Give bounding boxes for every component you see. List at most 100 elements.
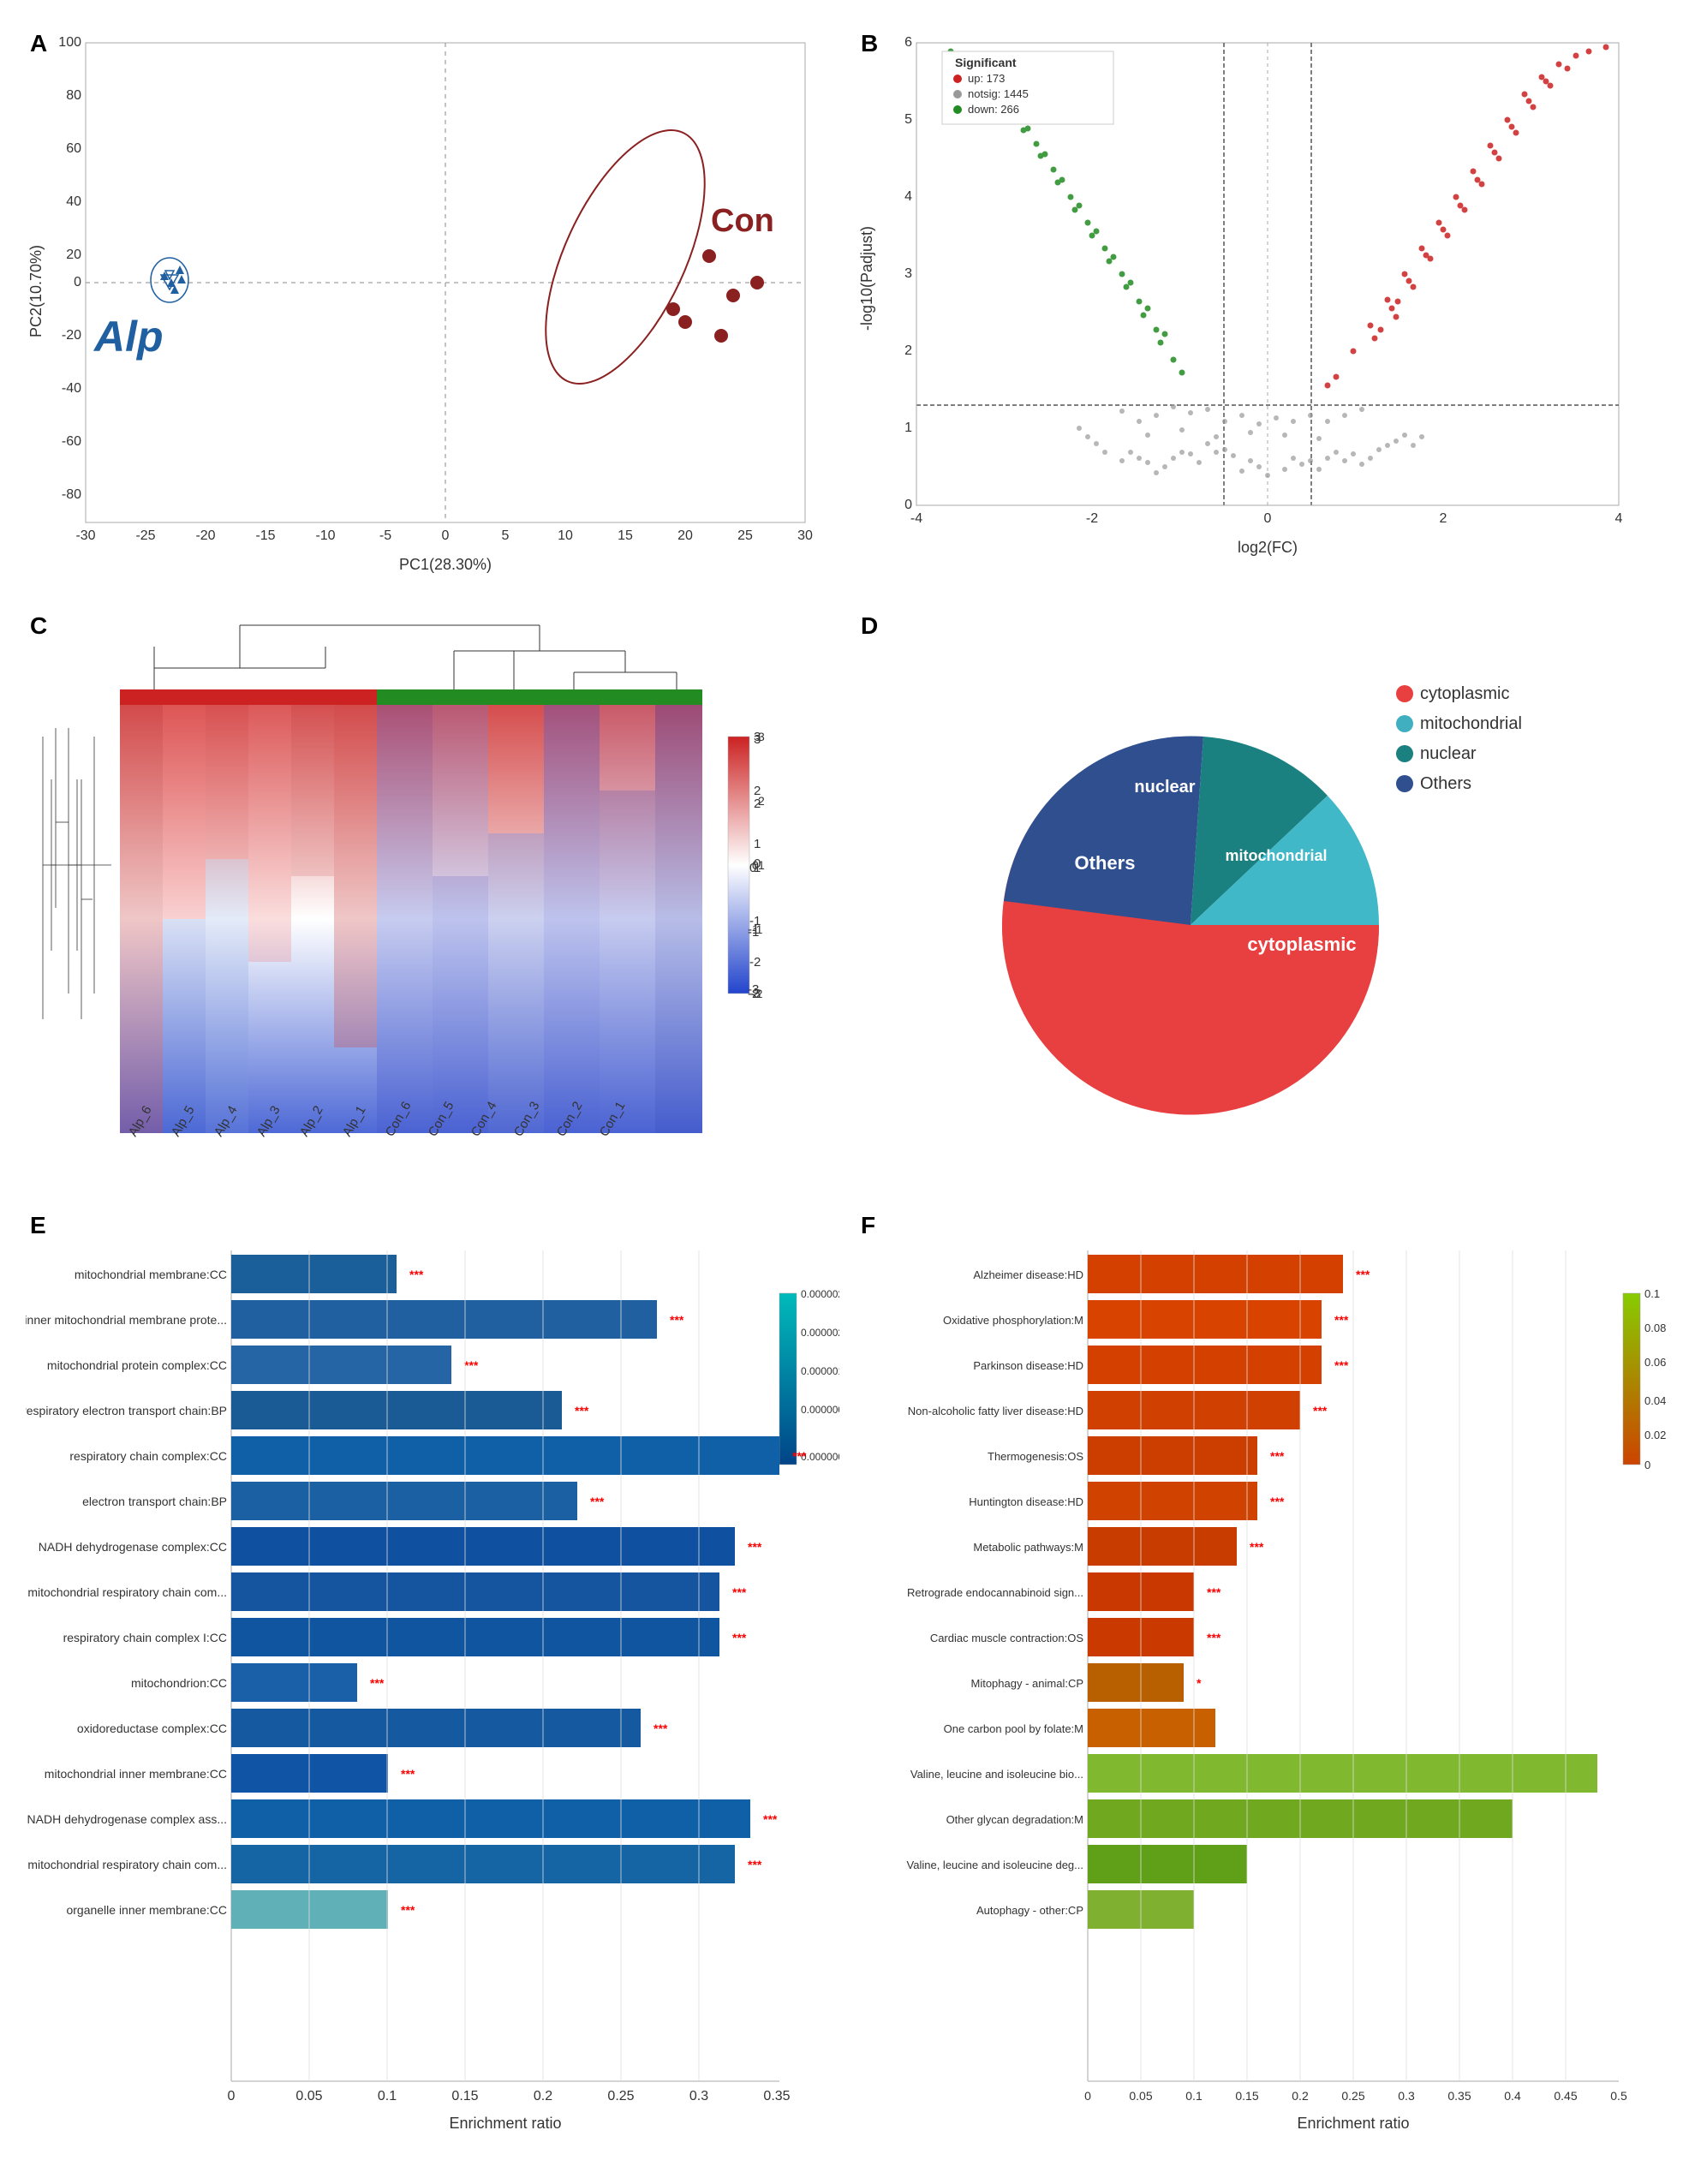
legend-down: down: 266: [968, 103, 1019, 116]
bar-e-11: [231, 1709, 641, 1747]
y-axis-B: 0 1 2 3 4 5 6: [904, 35, 916, 512]
sig-e-1: ***: [409, 1268, 424, 1281]
figure-container: A -30 -25 -20 -15 -10: [0, 0, 1683, 2158]
svg-text:0: 0: [74, 275, 81, 289]
con-point: [714, 329, 728, 343]
svg-text:mitochondrial: mitochondrial: [1420, 714, 1522, 733]
sig-e-12: ***: [401, 1767, 415, 1781]
con-label: Con: [711, 203, 774, 239]
sig-e-7: ***: [748, 1540, 762, 1554]
svg-text:1: 1: [904, 421, 912, 435]
pie-chart: cytoplasmic mitochondrial nuclear Others: [856, 608, 1670, 1190]
label-e-2: inner mitochondrial membrane prote...: [26, 1313, 227, 1327]
bar-e-7: [231, 1527, 735, 1566]
bar-e-3: [231, 1346, 451, 1384]
sig-f-8: ***: [1207, 1585, 1221, 1599]
label-cytoplasmic: cytoplasmic: [1247, 934, 1356, 955]
bar-e-12: [231, 1754, 388, 1793]
svg-text:0.2: 0.2: [1292, 2089, 1309, 2103]
label-others: Others: [1075, 852, 1136, 874]
bar-e-10: [231, 1663, 357, 1702]
con-point: [702, 249, 716, 263]
e-scale-4: 0.0000001: [801, 1404, 839, 1416]
sig-e-15: ***: [401, 1903, 415, 1917]
svg-text:25: 25: [737, 528, 753, 543]
svg-text:-5: -5: [379, 528, 391, 543]
svg-text:-40: -40: [62, 381, 81, 396]
bar-e-5: [231, 1436, 779, 1475]
label-f-5: Thermogenesis:OS: [988, 1450, 1083, 1463]
svg-text:2: 2: [904, 343, 912, 358]
svg-text:4: 4: [1615, 511, 1623, 526]
svg-text:-25: -25: [135, 528, 155, 543]
f-scale-4: 0.04: [1644, 1394, 1666, 1407]
go-chart: 0 0.05 0.1 0.15 0.2 0.25 0.3 0.35 Enrich…: [26, 1208, 839, 2150]
label-e-11: oxidoreductase complex:CC: [77, 1722, 227, 1735]
color-scale-bar: [728, 737, 749, 994]
svg-text:-4: -4: [910, 511, 922, 526]
alp-label: Alp: [93, 313, 164, 361]
panel-label-B: B: [861, 30, 878, 57]
sig-e-2: ***: [670, 1313, 684, 1327]
e-scale-2: 0.000002: [801, 1327, 839, 1339]
label-f-15: Autophagy - other:CP: [976, 1904, 1083, 1917]
svg-text:80: 80: [66, 88, 81, 103]
sig-e-9: ***: [732, 1631, 747, 1644]
label-f-10: Mitophagy - animal:CP: [971, 1677, 1084, 1690]
sig-e-5: ***: [792, 1449, 807, 1463]
bar-f-3: [1088, 1346, 1322, 1384]
e-x-label: Enrichment ratio: [449, 2115, 561, 2132]
svg-text:2: 2: [754, 797, 761, 811]
sig-f-2: ***: [1334, 1313, 1349, 1327]
svg-text:0.35: 0.35: [1447, 2089, 1471, 2103]
bar-f-12: [1088, 1754, 1597, 1793]
bar-e-15: [231, 1890, 388, 1929]
bar-f-14: [1088, 1845, 1247, 1883]
sig-f-1: ***: [1356, 1268, 1370, 1281]
label-e-10: mitochondrion:CC: [131, 1676, 227, 1690]
row1: A -30 -25 -20 -15 -10: [26, 26, 1670, 608]
e-scale-max: 0.0000025: [801, 1288, 839, 1300]
panel-label-D: D: [861, 612, 878, 640]
svg-text:0: 0: [1084, 2089, 1091, 2103]
svg-text:-80: -80: [62, 487, 81, 502]
bar-f-5: [1088, 1436, 1257, 1475]
f-scale-3: 0.06: [1644, 1356, 1666, 1369]
f-scale-5: 0.02: [1644, 1429, 1666, 1441]
e-x-axis: 0 0.05 0.1 0.15 0.2 0.25 0.3 0.35: [228, 2089, 791, 2103]
e-scale-min: 0.0000005: [801, 1451, 839, 1463]
con-point: [666, 302, 680, 316]
svg-text:5: 5: [904, 112, 912, 127]
label-f-11: One carbon pool by folate:M: [944, 1722, 1083, 1735]
left-dendrogram: [43, 728, 111, 1019]
sig-e-13: ***: [763, 1812, 778, 1826]
f-x-label: Enrichment ratio: [1297, 2115, 1409, 2132]
row3: E 0 0.05 0.1 0.15: [26, 1208, 1670, 2184]
panel-A: A -30 -25 -20 -15 -10: [26, 26, 839, 608]
sig-e-10: ***: [370, 1676, 385, 1690]
svg-text:0: 0: [442, 528, 450, 543]
panel-C: C: [26, 608, 839, 1208]
label-f-13: Other glycan degradation:M: [946, 1813, 1083, 1826]
bar-e-4: [231, 1391, 562, 1429]
svg-text:0.5: 0.5: [1610, 2089, 1627, 2103]
bar-e-1: [231, 1255, 397, 1293]
label-e-13: NADH dehydrogenase complex ass...: [27, 1812, 227, 1826]
svg-text:0.3: 0.3: [1398, 2089, 1415, 2103]
svg-text:2: 2: [754, 784, 761, 798]
svg-text:5: 5: [502, 528, 510, 543]
svg-text:0.1: 0.1: [1185, 2089, 1203, 2103]
svg-text:0.15: 0.15: [451, 2089, 478, 2103]
e-scale-3: 0.0000015: [801, 1365, 839, 1377]
f-x-axis: 0 0.05 0.1 0.15 0.2 0.25 0.3 0.35 0.4 0.…: [1084, 2089, 1627, 2103]
panel-B: B -4 -2 0 2 4: [856, 26, 1670, 608]
bar-e-2: [231, 1300, 657, 1339]
label-nuclear: nuclear: [1134, 778, 1195, 797]
heatmap-texture: [120, 705, 702, 1133]
heatmap: Alp_6 Alp_5 Alp_4 Alp_3 Alp_2 Alp_1 Con_…: [26, 608, 839, 1190]
bar-f-10: [1088, 1663, 1184, 1702]
sig-e-11: ***: [654, 1722, 668, 1735]
sig-e-14: ***: [748, 1858, 762, 1871]
label-f-3: Parkinson disease:HD: [973, 1359, 1083, 1372]
y-axis-label-B: -log10(Padjust): [858, 226, 875, 331]
